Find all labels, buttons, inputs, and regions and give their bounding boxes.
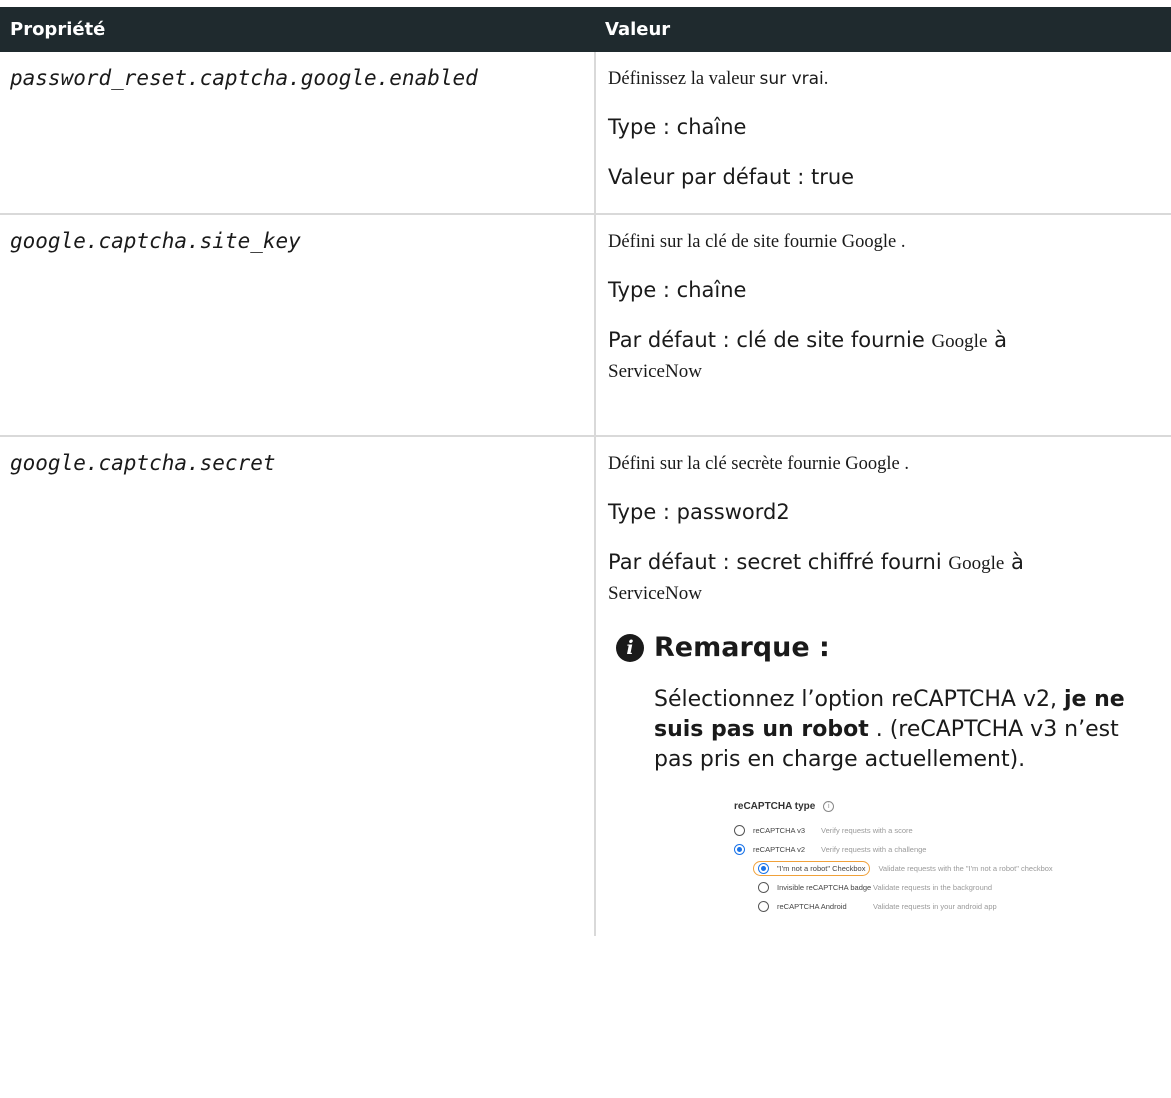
radio-icon [758, 882, 769, 893]
table-row: password_reset.captcha.google.enabled Dé… [0, 52, 1171, 215]
option-android: reCAPTCHA Android Validate requests in yo… [758, 897, 1054, 916]
radio-icon [758, 901, 769, 912]
property-value: Défini sur la clé secrète fournie Google… [595, 436, 1171, 936]
property-name: password_reset.captcha.google.enabled [0, 52, 596, 215]
option-invisible-badge: Invisible reCAPTCHA badge Validate reques… [758, 878, 1054, 897]
info-icon: i [616, 633, 644, 662]
value-default: Par défaut : secret chiffré fourni Googl… [608, 550, 1024, 604]
value-default: Par défaut : clé de site fournie Google … [608, 328, 1007, 382]
property-value: Défini sur la clé de site fournie Google… [595, 214, 1171, 437]
option-recaptcha-v3: reCAPTCHA v3 Verify requests with a score [734, 821, 1054, 840]
value-description: Défini sur la clé secrète fournie Google… [608, 454, 910, 474]
note-text: Sélectionnez l’option reCAPTCHA v2, je n… [654, 687, 1125, 772]
column-header-value: Valeur [595, 7, 1171, 52]
properties-table: Propriété Valeur password_reset.captcha.… [0, 7, 1171, 936]
recaptcha-type-screenshot: reCAPTCHA type i reCAPTCHA v3 Verify reque… [734, 801, 1054, 916]
radio-icon [734, 825, 745, 836]
option-recaptcha-v2: reCAPTCHA v2 Verify requests with a chall… [734, 840, 1054, 859]
value-default: Valeur par défaut : true [608, 165, 855, 189]
radio-selected-icon [734, 844, 745, 855]
note-title: Remarque : [654, 632, 830, 663]
note-header: i Remarque : [608, 632, 1171, 663]
inline-code: sur vrai [759, 69, 824, 89]
table-row: google.captcha.site_key Défini sur la cl… [0, 214, 1171, 437]
value-type: Type : chaîne [608, 115, 747, 139]
value-description: Défini sur la clé de site fournie Google… [608, 232, 906, 252]
table-header-row: Propriété Valeur [0, 7, 1171, 52]
property-name: google.captcha.secret [0, 436, 596, 936]
value-type: Type : password2 [608, 500, 790, 524]
info-icon: i [823, 801, 835, 812]
radio-selected-icon [758, 863, 769, 874]
value-description: Définissez la valeur sur vrai. [608, 69, 829, 89]
table-row: google.captcha.secret Défini sur la clé … [0, 436, 1171, 936]
column-header-property: Propriété [0, 7, 595, 52]
screenshot-header: reCAPTCHA type i [734, 801, 1054, 812]
value-type: Type : chaîne [608, 278, 747, 302]
property-name: google.captcha.site_key [0, 214, 596, 437]
property-value: Définissez la valeur sur vrai. Type : ch… [595, 52, 1171, 215]
note-block: i Remarque : Sélectionnez l’option reCAP… [608, 632, 1171, 775]
option-checkbox: "I'm not a robot" Checkbox Validate reque… [753, 859, 1054, 878]
